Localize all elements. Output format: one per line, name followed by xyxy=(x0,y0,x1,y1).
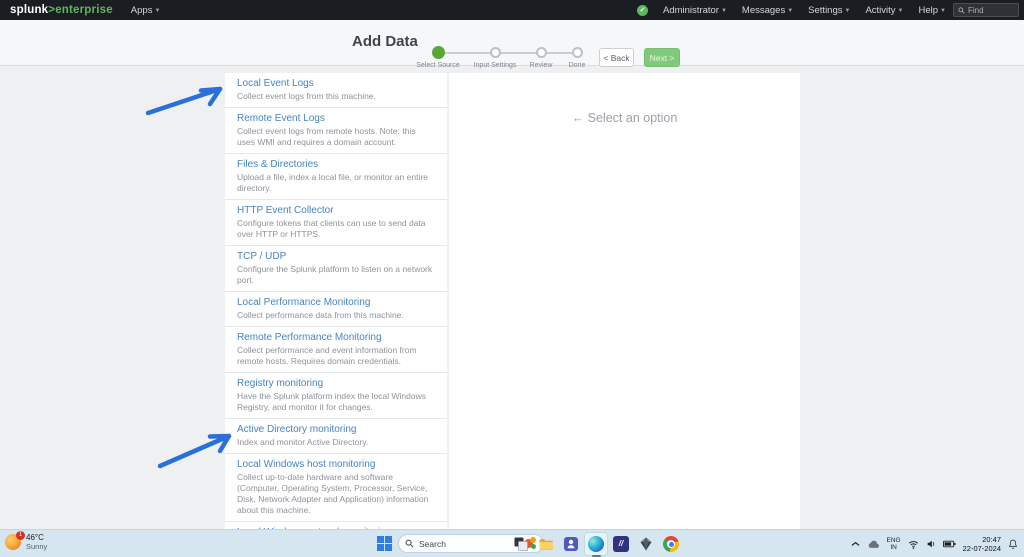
detail-panel: ← Select an option xyxy=(449,73,800,529)
source-option-description: Have the Splunk platform index the local… xyxy=(237,391,435,413)
system-tray: ENGIN 20:4722-07-2024 xyxy=(851,530,1018,557)
source-option[interactable]: HTTP Event CollectorConfigure tokens tha… xyxy=(225,200,447,246)
windows-taskbar: 1 46°C Sunny Search // ENGIN xyxy=(0,529,1024,557)
source-option[interactable]: Local Windows network monitoringThis is … xyxy=(225,522,447,529)
tray-chevron-up-icon[interactable] xyxy=(851,541,860,547)
chevron-down-icon: ▼ xyxy=(898,8,904,14)
source-option[interactable]: Registry monitoringHave the Splunk platf… xyxy=(225,373,447,419)
page-title: Add Data xyxy=(352,33,418,50)
chevron-down-icon: ▼ xyxy=(154,8,160,14)
source-option-title[interactable]: Remote Performance Monitoring xyxy=(237,332,435,344)
source-option-description: Configure the Splunk platform to listen … xyxy=(237,264,435,286)
search-icon xyxy=(958,7,965,14)
splunk-logo[interactable]: splunk>enterprise xyxy=(10,4,113,16)
source-option[interactable]: Files & DirectoriesUpload a file, index … xyxy=(225,154,447,200)
select-option-prompt: ← Select an option xyxy=(449,73,800,125)
file-explorer-icon[interactable] xyxy=(534,532,558,556)
source-option-title[interactable]: Local Performance Monitoring xyxy=(237,297,435,309)
notification-bell-icon[interactable] xyxy=(1008,539,1018,550)
volume-icon[interactable] xyxy=(926,539,936,549)
notification-badge: 1 xyxy=(16,531,25,540)
health-check-icon[interactable]: ✓ xyxy=(637,5,648,16)
source-option-title[interactable]: TCP / UDP xyxy=(237,251,435,263)
source-option-title[interactable]: Active Directory monitoring xyxy=(237,424,435,436)
source-option-description: Collect performance data from this machi… xyxy=(237,310,435,321)
source-option-description: Collect event logs from remote hosts. No… xyxy=(237,126,435,148)
back-button[interactable]: < Back xyxy=(599,48,634,67)
source-option-title[interactable]: Local Windows host monitoring xyxy=(237,459,435,471)
settings-menu[interactable]: Settings▼ xyxy=(808,5,850,16)
source-option-description: Collect performance and event informatio… xyxy=(237,345,435,367)
chrome-icon[interactable] xyxy=(659,532,683,556)
source-option-description: Upload a file, index a local file, or mo… xyxy=(237,172,435,194)
topbar-right-menus: ✓ Administrator▼ Messages▼ Settings▼ Act… xyxy=(637,0,946,20)
splunk-topbar: splunk>enterprise Apps▼ ✓ Administrator▼… xyxy=(0,0,1024,20)
source-option-description: Index and monitor Active Directory. xyxy=(237,437,435,448)
weather-widget[interactable]: 1 46°C Sunny xyxy=(5,533,47,551)
step-circle-1 xyxy=(490,47,501,58)
weather-sun-icon: 1 xyxy=(5,534,21,550)
search-placeholder: Search xyxy=(419,539,517,549)
step-circle-3 xyxy=(572,47,583,58)
source-option[interactable]: Remote Event LogsCollect event logs from… xyxy=(225,108,447,154)
add-data-header: Add Data Select SourceInput SettingsRevi… xyxy=(0,20,1024,66)
teams-icon[interactable] xyxy=(559,532,583,556)
start-button[interactable] xyxy=(377,536,392,551)
source-option[interactable]: Remote Performance MonitoringCollect per… xyxy=(225,327,447,373)
stepper-line xyxy=(438,52,577,54)
search-icon xyxy=(405,539,414,548)
taskbar-app-icons: // xyxy=(509,530,683,557)
source-option[interactable]: Local Windows host monitoringCollect up-… xyxy=(225,454,447,522)
task-view-icon[interactable] xyxy=(509,532,533,556)
weather-temp: 46°C xyxy=(26,533,47,542)
onedrive-cloud-icon[interactable] xyxy=(867,540,880,549)
weather-condition: Sunny xyxy=(26,542,47,551)
source-option-title[interactable]: HTTP Event Collector xyxy=(237,205,435,217)
battery-icon[interactable] xyxy=(943,540,956,548)
chevron-down-icon: ▼ xyxy=(721,8,727,14)
step-circle-2 xyxy=(536,47,547,58)
chevron-down-icon: ▼ xyxy=(787,8,793,14)
splunk-add-data-screen: splunk>enterprise Apps▼ ✓ Administrator▼… xyxy=(0,0,1024,557)
activity-menu[interactable]: Activity▼ xyxy=(865,5,903,16)
messages-menu[interactable]: Messages▼ xyxy=(742,5,793,16)
apps-menu[interactable]: Apps▼ xyxy=(131,5,161,16)
source-option-description: Configure tokens that clients can use to… xyxy=(237,218,435,240)
help-menu[interactable]: Help▼ xyxy=(919,5,947,16)
source-option-title[interactable]: Files & Directories xyxy=(237,159,435,171)
administrator-menu[interactable]: Administrator▼ xyxy=(663,5,727,16)
chevron-down-icon: ▼ xyxy=(845,8,851,14)
source-option-title[interactable]: Local Event Logs xyxy=(237,78,435,90)
source-option-description: Collect event logs from this machine. xyxy=(237,91,435,102)
source-option-title[interactable]: Remote Event Logs xyxy=(237,113,435,125)
step-circle-0 xyxy=(432,46,445,59)
next-button[interactable]: Next > xyxy=(644,48,680,67)
language-indicator[interactable]: ENGIN xyxy=(887,537,901,551)
source-option[interactable]: Local Performance MonitoringCollect perf… xyxy=(225,292,447,327)
clock-date[interactable]: 20:4722-07-2024 xyxy=(963,535,1001,553)
gem-app-icon[interactable] xyxy=(634,532,658,556)
source-option[interactable]: Local Event LogsCollect event logs from … xyxy=(225,73,447,108)
source-option[interactable]: TCP / UDPConfigure the Splunk platform t… xyxy=(225,246,447,292)
wifi-icon[interactable] xyxy=(908,540,919,549)
chevron-down-icon: ▼ xyxy=(940,8,946,14)
find-search-input[interactable]: Find xyxy=(953,3,1019,17)
source-option-description: Collect up-to-date hardware and software… xyxy=(237,472,435,516)
source-option[interactable]: Active Directory monitoringIndex and mon… xyxy=(225,419,447,454)
edge-icon[interactable] xyxy=(584,532,608,556)
dev-app-icon[interactable]: // xyxy=(609,532,633,556)
source-type-list: Local Event LogsCollect event logs from … xyxy=(225,73,447,529)
source-option-title[interactable]: Registry monitoring xyxy=(237,378,435,390)
